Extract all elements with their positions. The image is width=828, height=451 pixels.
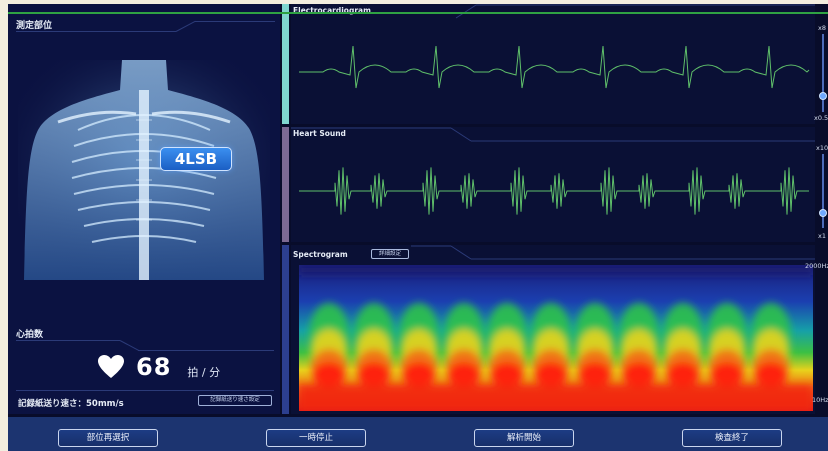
divider (16, 31, 176, 32)
ecg-trace (299, 4, 815, 89)
spectrogram-energy-blob (448, 362, 480, 388)
spectrogram-energy-blob (623, 362, 655, 388)
ecg-scale-min: x0.5 (814, 114, 828, 122)
ecg-scale-max: x8 (818, 24, 826, 32)
spectrogram-freq-max: 2000Hz (805, 262, 828, 270)
spectrogram-energy-blob (667, 362, 699, 388)
spectrogram-energy-blob (755, 362, 787, 388)
site-section-label: 測定部位 (16, 21, 53, 31)
spectrogram-energy-blob (313, 362, 345, 388)
spectrogram-image (299, 265, 813, 411)
spectrogram-top-band (299, 265, 813, 275)
spectrogram-header-line (411, 245, 815, 260)
heart-sound-scale-max: x100 (816, 144, 828, 152)
divider (16, 340, 120, 341)
spectrogram-energy-blob (491, 362, 523, 388)
chest-xray-image[interactable] (18, 60, 270, 280)
spectrogram-panel: Spectrogram 詳細設定 (291, 245, 815, 414)
spectrogram-energy-blob (711, 362, 743, 388)
ecg-scale-slider[interactable] (822, 34, 824, 112)
heart-rate-value: 68 (136, 353, 172, 381)
spectrogram-energy-blob (579, 362, 611, 388)
bottom-toolbar: 部位再選択 一時停止 解析開始 検査終了 (8, 417, 828, 451)
ecg-scale-knob[interactable] (819, 92, 827, 101)
heart-icon (98, 355, 124, 378)
paper-speed-settings-button[interactable]: 記録紙送り速さ設定 (198, 395, 272, 406)
start-analysis-button[interactable]: 解析開始 (474, 429, 574, 447)
heart-rate-unit: 拍 / 分 (187, 366, 221, 379)
heart-rate-display: 68 拍 / 分 (98, 350, 220, 384)
reselect-site-button[interactable]: 部位再選択 (58, 429, 158, 447)
heart-rate-section-label: 心拍数 (16, 330, 44, 340)
heart-sound-scale-min: x1 (818, 232, 826, 240)
heart-sound-panel: Heart Sound (291, 127, 815, 242)
spectrogram-energy-blob (403, 362, 435, 388)
heart-sound-trace (291, 127, 815, 215)
measurement-site-badge[interactable]: 4LSB (160, 147, 232, 171)
divider (16, 390, 274, 391)
spectrogram-energy-blob (358, 362, 390, 388)
ecg-panel: Electrocardiogram (291, 4, 815, 124)
ecg-channel-bar (282, 4, 289, 124)
left-panel: 測定部位 4LSB 心拍数 68 拍 / 分 記録紙送り速さ：50mm/s 記録… (8, 4, 280, 414)
spectrogram-energy-blob (535, 362, 567, 388)
divider (195, 21, 275, 22)
pause-button[interactable]: 一時停止 (266, 429, 366, 447)
spectrogram-low-band (299, 385, 813, 411)
spectrogram-freq-min: 10Hz (812, 396, 828, 404)
spectrogram-channel-bar (282, 245, 289, 414)
divider-slant (175, 20, 196, 32)
heart-sound-scale-knob[interactable] (819, 209, 827, 218)
finish-exam-button[interactable]: 検査終了 (682, 429, 782, 447)
app-screen: 測定部位 4LSB 心拍数 68 拍 / 分 記録紙送り速さ：50mm/s 記録… (8, 4, 828, 451)
top-status-line (8, 12, 828, 14)
heart-sound-channel-bar (282, 127, 289, 242)
paper-speed-label: 記録紙送り速さ：50mm/s (18, 399, 124, 409)
